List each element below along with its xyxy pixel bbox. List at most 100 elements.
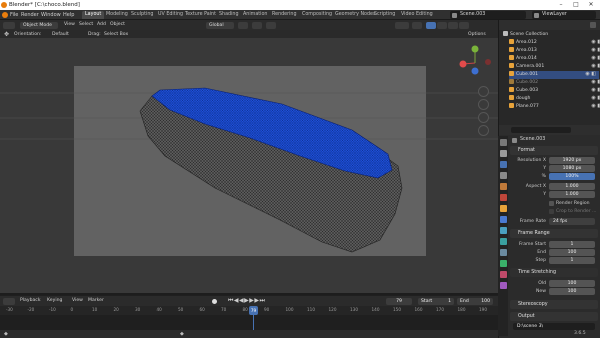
visibility-eye-icon[interactable]: ◉ ◧ [591, 103, 600, 111]
properties-search-input[interactable] [511, 127, 571, 133]
tab-compositing[interactable]: Compositing [299, 11, 335, 19]
timeline-menu-keying[interactable]: Keying [47, 298, 62, 303]
menu-render[interactable]: Render [21, 12, 39, 18]
time-new-field[interactable]: 100 [549, 288, 595, 295]
view-layer-tab-icon[interactable] [499, 172, 507, 179]
visibility-eye-icon[interactable]: ◉ ◧ [591, 95, 600, 103]
outliner-item[interactable]: Plane.077 ◉ ◧ [509, 103, 600, 111]
visibility-eye-icon[interactable]: ◉ ◧ [591, 87, 600, 95]
output-path-field[interactable]: D:\scene 3\ [513, 323, 595, 330]
transform-orientation-selector[interactable]: Global [206, 21, 234, 29]
particles-tab-icon[interactable] [499, 227, 507, 234]
visibility-eye-icon[interactable]: ◉ ◧ [591, 39, 600, 47]
gizmo-neg-x-icon[interactable] [485, 59, 491, 65]
tab-rendering[interactable]: Rendering [269, 11, 300, 19]
blender-menu-icon[interactable] [2, 12, 8, 18]
proportional-edit-button[interactable] [266, 21, 276, 29]
section-stereoscopy[interactable]: Stereoscopy [510, 300, 598, 309]
tab-scripting[interactable]: Scripting [371, 11, 398, 19]
frame-start-field[interactable]: 1 [549, 241, 595, 248]
viewport-menu-select[interactable]: Select [79, 22, 93, 27]
playhead[interactable]: 79 [249, 306, 258, 315]
camera-view-icon[interactable] [478, 112, 489, 123]
editor-type-button[interactable] [3, 21, 15, 29]
move-tool-icon[interactable]: ✥ [4, 31, 9, 38]
menu-window[interactable]: Window [41, 12, 61, 18]
mode-selector[interactable]: Object Mode [20, 21, 58, 29]
modifier-tab-icon[interactable] [499, 216, 507, 223]
end-frame-field[interactable]: End 100 [457, 297, 493, 305]
world-tab-icon[interactable] [499, 194, 507, 201]
visibility-eye-icon[interactable]: ◉ ◧ [591, 47, 600, 55]
grid-icon[interactable] [478, 125, 489, 136]
gizmo-z-icon[interactable] [471, 45, 479, 53]
pivot-button[interactable] [238, 21, 248, 29]
zoom-icon[interactable] [478, 86, 489, 97]
outliner-item[interactable]: dough ◉ ◧ [509, 95, 600, 103]
constraints-tab-icon[interactable] [499, 249, 507, 256]
viewport-menu-add[interactable]: Add [97, 22, 106, 27]
minimize-button[interactable]: – [554, 1, 568, 9]
scene-selector[interactable]: Scene.003 [450, 11, 526, 19]
timeline-menu-view[interactable]: View [72, 298, 83, 303]
timeline-menu-marker[interactable]: Marker [88, 298, 104, 303]
aspect-y-field[interactable]: 1.000 [549, 191, 595, 198]
shading-rendered-button[interactable] [459, 21, 469, 29]
visibility-eye-icon[interactable]: ◉ ◧ [585, 71, 596, 79]
shading-solid-button[interactable] [437, 21, 447, 29]
section-time-stretching[interactable]: Time Stretching [510, 268, 598, 277]
timeline-editor-type[interactable] [3, 297, 15, 305]
section-frame-range[interactable]: Frame Range [510, 229, 598, 238]
tab-animation[interactable]: Animation [240, 11, 270, 19]
3d-viewport[interactable] [0, 38, 498, 293]
render-tab-icon[interactable] [499, 150, 507, 157]
outliner-item[interactable]: Cube.003 ◉ ◧ [509, 87, 600, 95]
tab-shading[interactable]: Shading [216, 11, 242, 19]
gizmo-y-icon[interactable] [471, 67, 479, 75]
maximize-button[interactable]: □ [569, 1, 583, 9]
tool-tab-icon[interactable] [499, 139, 507, 146]
texture-tab-icon[interactable] [499, 282, 507, 289]
tab-texture-paint[interactable]: Texture Paint [182, 11, 219, 19]
orientation-value[interactable]: Default [52, 32, 69, 37]
section-output[interactable]: Output [510, 312, 598, 321]
crop-checkbox[interactable] [549, 209, 554, 214]
outliner-item-selected[interactable]: Cube.001 ◉ ◧ [509, 71, 599, 79]
options-button[interactable]: Options [468, 32, 486, 37]
playback-controls[interactable]: ⏮◀◀▶▶▶⏭ [228, 297, 265, 305]
resolution-x-field[interactable]: 1920 px [549, 157, 595, 164]
visibility-eye-icon[interactable]: ◉ ◧ [591, 63, 600, 71]
outliner-item[interactable]: Area.013 ◉ ◧ [509, 47, 600, 55]
frame-rate-selector[interactable]: 24 fps [549, 218, 595, 225]
viewport-menu-object[interactable]: Object [110, 22, 125, 27]
start-frame-field[interactable]: Start 1 [418, 297, 454, 305]
outliner-item[interactable]: Camera.001 ◉ ◧ [509, 63, 600, 71]
outliner-item[interactable]: Cube.002 ◉ ◧ [509, 79, 600, 87]
tab-layout[interactable]: Layout [82, 11, 105, 19]
material-tab-icon[interactable] [499, 271, 507, 278]
viewport-menu-view[interactable]: View [64, 22, 75, 27]
navigation-gizmo[interactable] [455, 43, 495, 83]
menu-file[interactable]: File [10, 12, 18, 18]
visibility-eye-icon[interactable]: ◉ ◧ [591, 55, 600, 63]
output-tab-icon[interactable] [499, 161, 507, 168]
overlay-button[interactable] [395, 21, 409, 29]
object-tab-icon[interactable] [499, 205, 507, 212]
render-region-checkbox[interactable] [549, 201, 554, 206]
snap-button[interactable] [252, 21, 262, 29]
physics-tab-icon[interactable] [499, 238, 507, 245]
xray-button[interactable] [412, 21, 422, 29]
frame-end-field[interactable]: 100 [549, 249, 595, 256]
drag-value[interactable]: Select Box [104, 32, 128, 37]
aspect-x-field[interactable]: 1.000 [549, 183, 595, 190]
pan-hand-icon[interactable] [478, 99, 489, 110]
section-format[interactable]: Format [510, 146, 598, 155]
frame-step-field[interactable]: 1 [549, 257, 595, 264]
menu-help[interactable]: Help [63, 12, 74, 18]
outliner-item[interactable]: Area.012 ◉ ◧ [509, 39, 600, 47]
outliner-item[interactable]: Area.014 ◉ ◧ [509, 55, 600, 63]
gizmo-x-icon[interactable] [459, 60, 467, 68]
visibility-eye-icon[interactable]: ◉ ◧ [591, 79, 600, 87]
current-frame-field[interactable]: 79 [386, 297, 412, 305]
outliner-scene-collection[interactable]: Scene Collection [503, 31, 599, 39]
